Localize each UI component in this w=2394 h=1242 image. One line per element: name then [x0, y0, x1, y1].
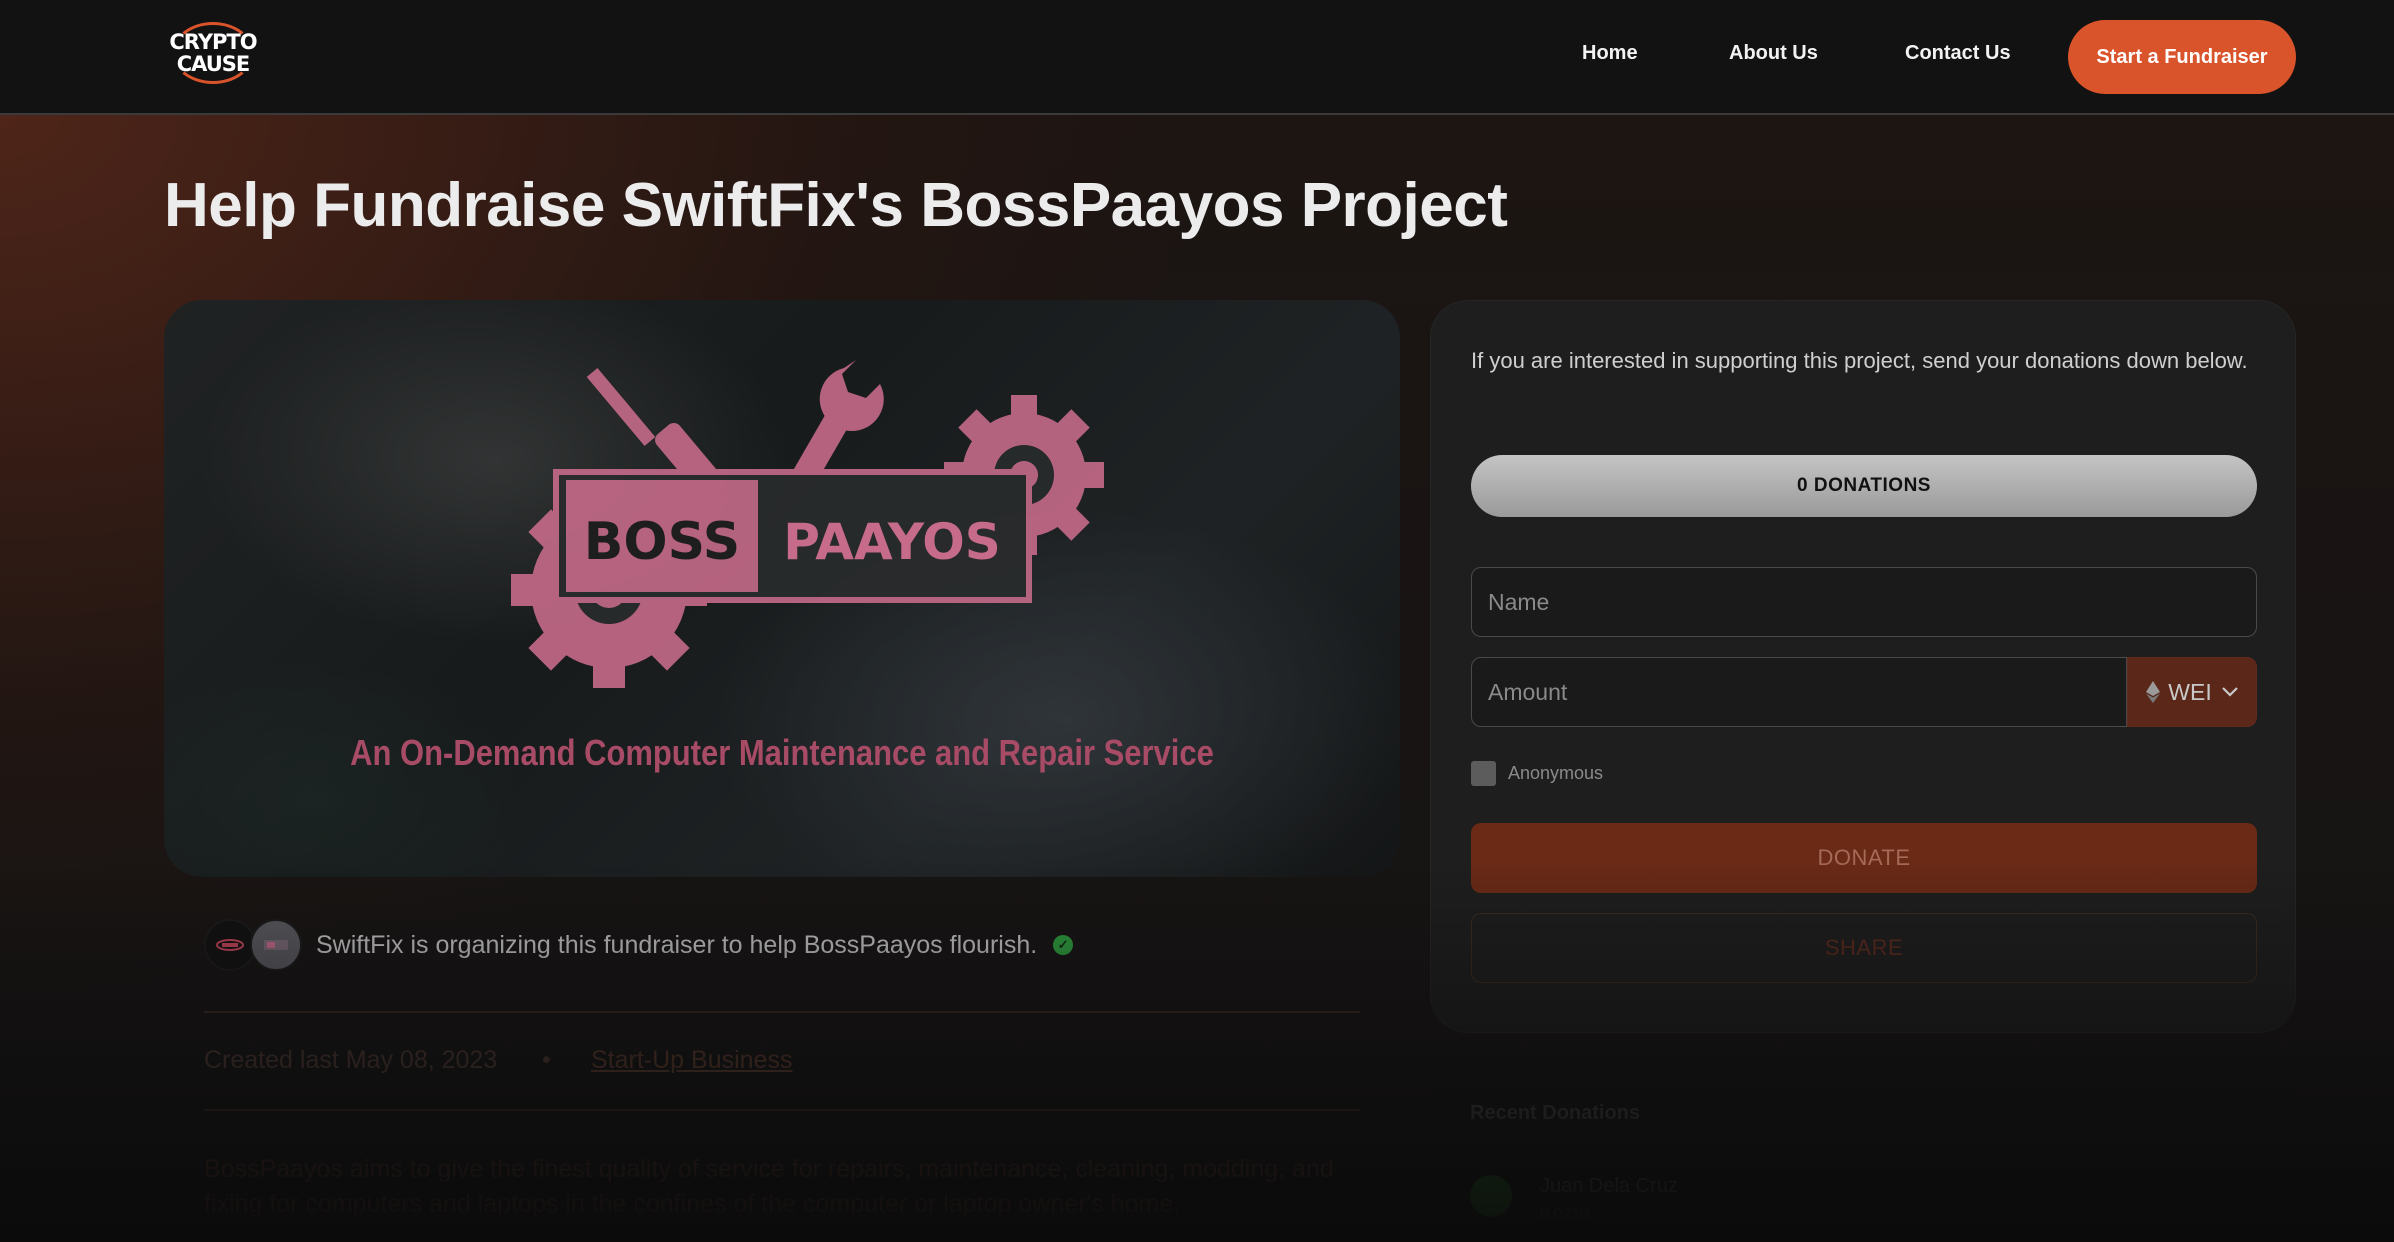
- chevron-down-icon: [2221, 687, 2238, 697]
- beneficiary-avatar[interactable]: [250, 919, 302, 971]
- verified-check-icon: ✓: [1053, 935, 1074, 955]
- logo-word-left: BOSS: [584, 512, 740, 572]
- bosspaayos-logo-graphic: BOSS PAAYOS: [511, 360, 1104, 688]
- created-date: Created last May 08, 2023: [204, 1046, 498, 1074]
- currency-unit-label: WEI: [2168, 678, 2212, 705]
- navbar: CRYPTO CAUSE Home About Us Contact Us St…: [0, 0, 2394, 115]
- amount-input[interactable]: [1471, 657, 2127, 727]
- currency-unit-select[interactable]: WEI: [2127, 657, 2257, 727]
- nav-link-about-us[interactable]: About Us: [1729, 42, 1818, 65]
- anonymous-row: Anonymous: [1471, 761, 1603, 786]
- divider-bottom: [204, 1109, 1360, 1111]
- logo-line-2: CAUSE: [176, 52, 251, 76]
- logo-line-1: CRYPTO: [169, 30, 257, 54]
- page-title: Help Fundraise SwiftFix's BossPaayos Pro…: [164, 171, 1508, 240]
- project-description: BossPaayos aims to give the finest quali…: [204, 1155, 1334, 1218]
- organizer-avatar[interactable]: [204, 919, 256, 971]
- donor-avatar: [1470, 1175, 1512, 1217]
- name-input[interactable]: [1471, 567, 2257, 637]
- donate-button[interactable]: DONATE: [1471, 823, 2257, 893]
- recent-donations-card: Recent Donations Juan Dela Cruz 0.0210: [1430, 1060, 2296, 1242]
- recent-donations-title: Recent Donations: [1470, 1102, 1641, 1124]
- logo-word-right: PAAYOS: [783, 513, 1001, 571]
- anonymous-label: Anonymous: [1508, 763, 1604, 783]
- donor-info: Juan Dela Cruz 0.0210: [1540, 1175, 1678, 1224]
- donor-amount: 0.0210: [1540, 1206, 1589, 1223]
- project-cover-image: BOSS PAAYOS An On-Demand Computer Mainte…: [164, 300, 1400, 877]
- donation-card: If you are interested in supporting this…: [1430, 300, 2296, 1033]
- category-link[interactable]: Start-Up Business: [591, 1046, 792, 1075]
- anonymous-checkbox[interactable]: [1471, 761, 1496, 786]
- donation-intro: If you are interested in supporting this…: [1471, 348, 2248, 373]
- meta-row: Created last May 08, 2023 • Start-Up Bus…: [204, 1046, 792, 1075]
- donor-name: Juan Dela Cruz: [1540, 1175, 1678, 1197]
- share-button[interactable]: SHARE: [1471, 913, 2257, 983]
- nav-link-contact-us[interactable]: Contact Us: [1905, 42, 2011, 65]
- ethereum-icon: [2146, 681, 2161, 703]
- divider-top: [204, 1011, 1360, 1013]
- organizer-text: SwiftFix is organizing this fundraiser t…: [316, 930, 1038, 959]
- recent-donation-item: Juan Dela Cruz 0.0210: [1470, 1175, 1678, 1224]
- donation-count-badge: 0 DONATIONS: [1471, 455, 2257, 517]
- start-fundraiser-button[interactable]: Start a Fundraiser: [2068, 20, 2296, 94]
- organizer-row: SwiftFix is organizing this fundraiser t…: [204, 918, 1074, 972]
- hero-caption: An On-Demand Computer Maintenance and Re…: [350, 732, 1214, 773]
- meta-separator: •: [542, 1046, 551, 1074]
- crypto-cause-logo[interactable]: CRYPTO CAUSE: [168, 20, 258, 86]
- nav-link-home[interactable]: Home: [1582, 42, 1638, 65]
